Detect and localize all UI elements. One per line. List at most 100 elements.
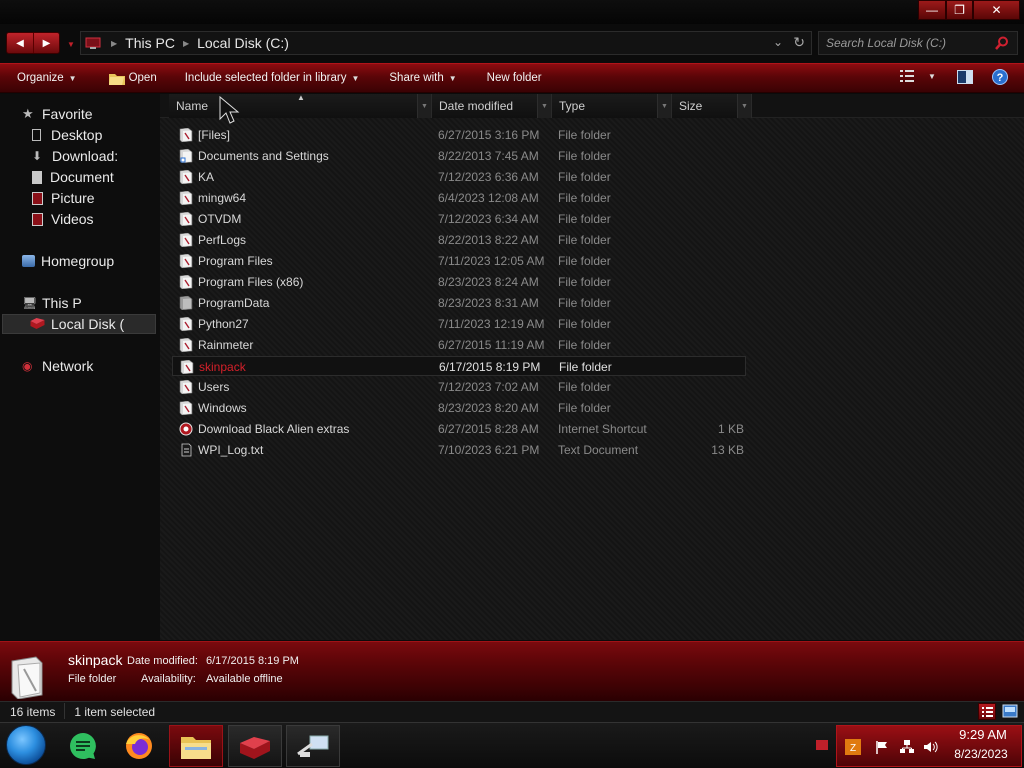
details-view-button[interactable] bbox=[978, 703, 996, 720]
back-button[interactable]: ◀ bbox=[7, 33, 33, 53]
taskbar-app-skinpack[interactable] bbox=[228, 725, 282, 767]
chevron-down-icon[interactable]: ▼ bbox=[537, 94, 551, 118]
file-row[interactable]: [Files] 6/27/2015 3:16 PM File folder bbox=[172, 125, 746, 145]
network-status-icon[interactable] bbox=[899, 739, 915, 755]
chevron-down-icon[interactable]: ▼ bbox=[657, 94, 671, 118]
details-view-icon bbox=[900, 70, 914, 82]
file-name: Program Files (x86) bbox=[198, 275, 304, 289]
file-row[interactable]: Program Files (x86) 8/23/2023 8:24 AM File… bbox=[172, 272, 746, 292]
change-view-button[interactable]: ▼ bbox=[900, 70, 936, 82]
nav-desktop[interactable]: Desktop bbox=[32, 125, 156, 145]
text-file-icon bbox=[181, 443, 192, 457]
clock-date[interactable]: 8/23/2023 bbox=[946, 747, 1016, 761]
nav-documents[interactable]: Document bbox=[32, 167, 156, 187]
file-row[interactable]: Documents and Settings 8/22/2013 7:45 AM F… bbox=[172, 146, 746, 166]
file-row[interactable]: KA 7/12/2023 6:36 AM File folder bbox=[172, 167, 746, 187]
taskbar-app-network-tool[interactable] bbox=[286, 725, 340, 767]
nav-local-disk-label: Local Disk ( bbox=[51, 316, 125, 332]
file-row[interactable]: ProgramData 8/23/2023 8:31 AM File folder bbox=[172, 293, 746, 313]
action-center-flag-icon[interactable] bbox=[875, 740, 889, 754]
details-date-label: Date modified: bbox=[127, 655, 198, 667]
file-row[interactable]: Download Black Alien extras 6/27/2015 8:2… bbox=[172, 419, 746, 439]
large-icons-view-icon[interactable] bbox=[1002, 703, 1018, 719]
tray-flag-icon[interactable] bbox=[816, 740, 828, 750]
file-type: Text Document bbox=[558, 443, 639, 457]
taskbar-app-chat[interactable] bbox=[56, 725, 110, 767]
folder-icon bbox=[179, 128, 193, 142]
details-date-value: 6/17/2015 8:19 PM bbox=[206, 655, 299, 667]
nav-downloads[interactable]: ⬇ Download: bbox=[32, 146, 156, 166]
details-pane bbox=[0, 641, 1024, 701]
file-row[interactable]: Windows 8/23/2023 8:20 AM File folder bbox=[172, 398, 746, 418]
file-row[interactable]: PerfLogs 8/22/2013 8:22 AM File folder bbox=[172, 230, 746, 250]
column-name-label: Name bbox=[176, 99, 209, 113]
file-type: Internet Shortcut bbox=[558, 422, 647, 436]
column-header-date[interactable]: Date modified ▼ bbox=[432, 94, 552, 118]
file-explorer-icon bbox=[181, 737, 211, 759]
recent-locations-dropdown[interactable]: ▼ bbox=[67, 40, 75, 49]
file-row[interactable]: mingw64 6/4/2023 12:08 AM File folder bbox=[172, 188, 746, 208]
open-button[interactable]: Open bbox=[108, 64, 157, 92]
nav-favorites[interactable]: ★ Favorite bbox=[22, 104, 158, 124]
nav-homegroup[interactable]: Homegroup bbox=[22, 251, 158, 271]
clock-time[interactable]: 9:29 AM bbox=[954, 727, 1012, 742]
file-type: File folder bbox=[558, 338, 611, 352]
computer-icon bbox=[85, 37, 101, 49]
taskbar-app-firefox[interactable] bbox=[112, 725, 166, 767]
preview-pane-icon[interactable] bbox=[957, 70, 973, 84]
nav-pictures[interactable]: Picture bbox=[32, 188, 156, 208]
help-icon[interactable]: ? bbox=[992, 69, 1008, 85]
organize-button[interactable]: Organize ▼ bbox=[17, 64, 77, 92]
include-in-library-button[interactable]: Include selected folder in library ▼ bbox=[185, 64, 360, 92]
nav-this-pc[interactable]: 🖥 This P bbox=[22, 293, 158, 313]
folder-icon bbox=[179, 275, 193, 289]
new-folder-button[interactable]: New folder bbox=[487, 64, 542, 92]
status-item-count: 16 items bbox=[10, 705, 56, 719]
volume-icon[interactable] bbox=[923, 739, 939, 755]
tray-app-icon[interactable]: Z bbox=[845, 739, 861, 755]
downloads-icon: ⬇ bbox=[32, 149, 43, 163]
network-icon: ◉ bbox=[22, 359, 33, 373]
column-header-size[interactable]: Size ▼ bbox=[672, 94, 752, 118]
start-button[interactable] bbox=[6, 725, 46, 765]
file-date-modified: 8/22/2013 8:22 AM bbox=[438, 233, 539, 247]
title-bar bbox=[0, 0, 1024, 24]
column-header-type[interactable]: Type ▼ bbox=[552, 94, 672, 118]
nav-videos[interactable]: Videos bbox=[32, 209, 156, 229]
nav-homegroup-label: Homegroup bbox=[41, 253, 115, 269]
folder-hidden-icon bbox=[179, 296, 193, 310]
breadcrumb-this-pc[interactable]: This PC bbox=[125, 35, 175, 51]
file-row[interactable]: Rainmeter 6/27/2015 11:19 AM File folder bbox=[172, 335, 746, 355]
file-name: ProgramData bbox=[198, 296, 270, 310]
file-row[interactable]: OTVDM 7/12/2023 6:34 AM File folder bbox=[172, 209, 746, 229]
address-bar[interactable]: ▶ This PC ▶ Local Disk (C:) ⌄ ↻ bbox=[80, 31, 812, 55]
chevron-down-icon[interactable]: ▼ bbox=[737, 94, 751, 118]
close-button[interactable]: ✕ bbox=[973, 0, 1020, 20]
refresh-icon[interactable]: ↻ bbox=[793, 34, 805, 51]
chevron-down-icon: ▼ bbox=[448, 73, 457, 83]
column-type-label: Type bbox=[559, 99, 586, 113]
file-row[interactable]: skinpack 6/17/2015 8:19 PM File folder bbox=[172, 356, 746, 376]
search-input[interactable]: Search Local Disk (C:) bbox=[818, 31, 1018, 55]
minimize-button[interactable]: — bbox=[918, 0, 946, 20]
search-icon[interactable] bbox=[995, 36, 1009, 50]
breadcrumb-local-disk[interactable]: Local Disk (C:) bbox=[197, 35, 289, 51]
status-selected-count: 1 item selected bbox=[74, 705, 156, 719]
column-date-label: Date modified bbox=[439, 99, 514, 113]
taskbar-app-file-explorer[interactable] bbox=[169, 725, 223, 767]
address-history-dropdown-icon[interactable]: ⌄ bbox=[773, 35, 783, 49]
nav-local-disk[interactable]: Local Disk ( bbox=[30, 314, 154, 334]
chevron-down-icon[interactable]: ▼ bbox=[417, 94, 431, 118]
maximize-button[interactable]: ❐ bbox=[946, 0, 973, 20]
mouse-cursor-icon bbox=[219, 95, 240, 124]
file-row[interactable]: Python27 7/11/2023 12:19 AM File folder bbox=[172, 314, 746, 334]
file-row[interactable]: Program Files 7/11/2023 12:05 AM File fold… bbox=[172, 251, 746, 271]
file-name: Documents and Settings bbox=[198, 149, 329, 163]
file-row[interactable]: WPI_Log.txt 7/10/2023 6:21 PM Text Documen… bbox=[172, 440, 746, 460]
file-type: File folder bbox=[558, 191, 611, 205]
file-row[interactable]: Users 7/12/2023 7:02 AM File folder bbox=[172, 377, 746, 397]
folder-icon bbox=[179, 317, 193, 331]
forward-button[interactable]: ▶ bbox=[32, 33, 59, 53]
share-with-button[interactable]: Share with ▼ bbox=[389, 64, 456, 92]
nav-network[interactable]: ◉ Network bbox=[22, 356, 158, 376]
